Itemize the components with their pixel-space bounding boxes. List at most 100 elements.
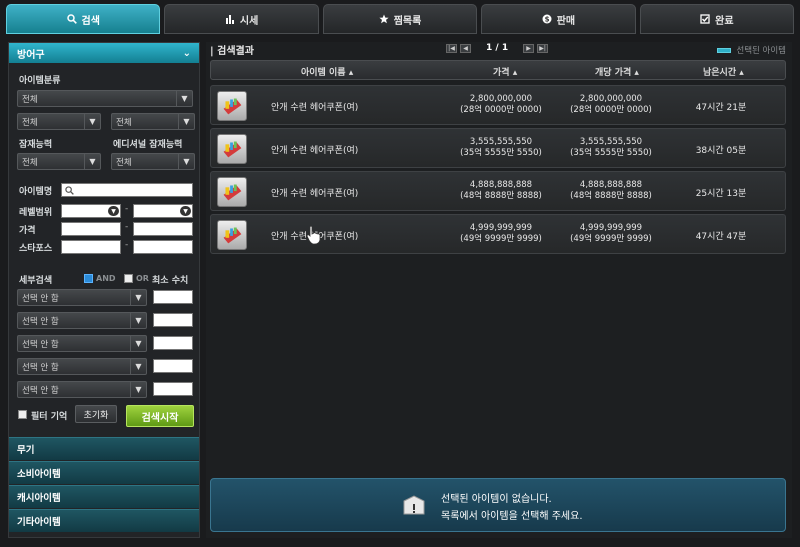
additional-potential-select[interactable]: 전체 ▼ xyxy=(111,153,195,170)
detail-option-select-4[interactable]: 선택 안 함 ▼ xyxy=(17,358,147,375)
header-label: 아이템 이름 xyxy=(301,68,346,78)
unit-price-korean: (48억 8888만 8888) xyxy=(570,191,652,201)
header-time-left[interactable]: 남은시간 ▴ xyxy=(703,65,744,78)
detail-min-input-5[interactable] xyxy=(153,382,193,396)
detail-min-input-1[interactable] xyxy=(153,290,193,304)
results-title-text: 검색결과 xyxy=(217,46,254,57)
select-value: 전체 xyxy=(22,117,38,128)
tab-search[interactable]: 검색 xyxy=(6,4,161,34)
detail-option-select-3[interactable]: 선택 안 함 ▼ xyxy=(17,335,147,352)
tab-complete[interactable]: 완료 xyxy=(639,4,795,34)
sort-icon: ▴ xyxy=(634,68,639,78)
selection-info-box: 선택된 아이템이 없습니다. 목록에서 아이템을 선택해 주세요. xyxy=(210,478,786,532)
category-consumable[interactable]: 소비아이템 xyxy=(9,461,199,484)
select-value: 선택 안 함 xyxy=(22,339,59,350)
tab-sell[interactable]: $ 판매 xyxy=(481,4,636,34)
coupon-item-icon xyxy=(217,220,247,250)
sort-icon: ▴ xyxy=(348,68,354,78)
pagination: |◀ ◀ 1 / 1 ▶ ▶| xyxy=(446,43,549,53)
coupon-item-icon xyxy=(217,91,247,121)
next-page-button[interactable]: ▶ xyxy=(523,43,535,53)
select-value: 선택 안 함 xyxy=(22,385,59,396)
price-max-input[interactable] xyxy=(133,222,193,236)
empty-message-line2: 목록에서 아이템을 선택해 주세요. xyxy=(441,511,583,522)
price-value: 2,800,000,000 xyxy=(469,94,533,104)
item-name: 안개 수련 헤어쿠폰(여) xyxy=(271,146,359,156)
hand-cursor-icon xyxy=(306,225,321,245)
search-icon xyxy=(66,14,77,24)
potential-label: 잠재능력 xyxy=(19,140,53,150)
detail-option-select-1[interactable]: 선택 안 함 ▼ xyxy=(17,289,147,306)
tab-wishlist[interactable]: 찜목록 xyxy=(322,4,478,34)
detail-option-select-5[interactable]: 선택 안 함 ▼ xyxy=(17,381,147,398)
star-icon xyxy=(379,14,389,24)
detail-min-input-3[interactable] xyxy=(153,336,193,350)
or-label: OR xyxy=(136,274,149,283)
sub-class-select-1[interactable]: 전체 ▼ xyxy=(17,113,101,130)
detail-option-select-2[interactable]: 선택 안 함 ▼ xyxy=(17,312,147,329)
coin-icon: $ xyxy=(542,14,552,24)
detail-min-input-2[interactable] xyxy=(153,313,193,327)
first-page-button[interactable]: |◀ xyxy=(446,43,457,53)
price-min-input[interactable] xyxy=(61,222,121,236)
table-row[interactable]: 안개 수련 헤어쿠폰(여) 4,888,888,888 (48억 8888만 88… xyxy=(210,171,786,211)
tab-market-price[interactable]: 시세 xyxy=(164,4,319,34)
select-value: 선택 안 함 xyxy=(22,293,59,304)
price-cell: 4,888,888,888 (48억 8888만 8888) xyxy=(441,180,561,202)
or-checkbox[interactable] xyxy=(124,274,133,283)
select-value: 선택 안 함 xyxy=(22,316,59,327)
tab-label: 찜목록 xyxy=(393,15,422,27)
potential-select[interactable]: 전체 ▼ xyxy=(17,153,101,170)
prev-page-button[interactable]: ◀ xyxy=(460,43,471,53)
unit-price-cell: 2,800,000,000 (28억 0000만 0000) xyxy=(551,94,671,116)
search-icon xyxy=(65,186,74,195)
price-value: 4,888,888,888 xyxy=(469,180,533,190)
table-row[interactable]: 안개 수련 헤어쿠폰(여) 3,555,555,550 (35억 5555만 55… xyxy=(210,128,786,168)
reset-button[interactable]: 초기화 xyxy=(75,405,117,423)
chevron-down-icon: ▼ xyxy=(84,154,100,169)
starforce-max-input[interactable] xyxy=(133,240,193,254)
chevron-down-icon: ▼ xyxy=(180,206,191,216)
select-value: 선택 안 함 xyxy=(22,362,59,373)
and-checkbox[interactable] xyxy=(84,274,93,283)
starforce-min-input[interactable] xyxy=(61,240,121,254)
table-row[interactable]: 안개 수련 헤어쿠폰(여) 4,999,999,999 (49억 9999만 99… xyxy=(210,214,786,254)
sub-class-select-2[interactable]: 전체 ▼ xyxy=(111,113,195,130)
time-left: 38시간 05분 xyxy=(695,146,747,156)
tab-bar: 검색 시세 찜목록 $ 판매 완료 xyxy=(6,4,795,34)
chevron-down-icon: ▼ xyxy=(130,290,146,305)
chevron-down-icon: ▼ xyxy=(108,206,119,216)
category-title: 방어구 xyxy=(17,49,45,61)
chevron-down-icon: ▼ xyxy=(130,382,146,397)
last-page-button[interactable]: ▶| xyxy=(537,43,549,53)
detail-min-input-4[interactable] xyxy=(153,359,193,373)
item-class-label: 아이템분류 xyxy=(19,76,61,86)
unit-price-korean: (28억 0000만 0000) xyxy=(570,105,652,115)
category-weapon[interactable]: 무기 xyxy=(9,437,199,460)
chevron-down-icon: ▼ xyxy=(130,336,146,351)
sort-icon: ▴ xyxy=(512,68,518,78)
unit-price-cell: 4,999,999,999 (49억 9999만 9999) xyxy=(551,223,671,245)
filter-memory-checkbox[interactable] xyxy=(18,410,27,419)
starforce-label: 스타포스 xyxy=(19,244,53,254)
table-row[interactable]: 안개 수련 헤어쿠폰(여) 2,800,000,000 (28억 0000만 00… xyxy=(210,85,786,125)
results-title: | 검색결과 xyxy=(210,46,254,57)
and-label: AND xyxy=(96,274,116,283)
price-cell: 3,555,555,550 (35억 5555만 5550) xyxy=(441,137,561,159)
price-value: 4,999,999,999 xyxy=(469,223,533,233)
header-price[interactable]: 가격 ▴ xyxy=(493,65,517,78)
category-cash[interactable]: 캐시아이템 xyxy=(9,485,199,508)
select-value: 전체 xyxy=(116,117,132,128)
item-class-select[interactable]: 전체 ▼ xyxy=(17,90,193,107)
category-etc[interactable]: 기타아이템 xyxy=(9,509,199,532)
level-max-select[interactable]: ▼ xyxy=(133,204,193,218)
chevron-down-icon: ▼ xyxy=(84,114,100,129)
header-unit-price[interactable]: 개당 가격 ▴ xyxy=(595,65,639,78)
level-min-select[interactable]: ▼ xyxy=(61,204,121,218)
search-start-button[interactable]: 검색시작 xyxy=(126,405,194,427)
item-name-input[interactable] xyxy=(61,183,193,197)
tab-label: 시세 xyxy=(239,15,259,27)
price-label: 가격 xyxy=(19,226,36,236)
category-header[interactable]: 방어구 ⌄ xyxy=(9,43,199,63)
header-item-name[interactable]: 아이템 이름 ▴ xyxy=(301,65,353,78)
